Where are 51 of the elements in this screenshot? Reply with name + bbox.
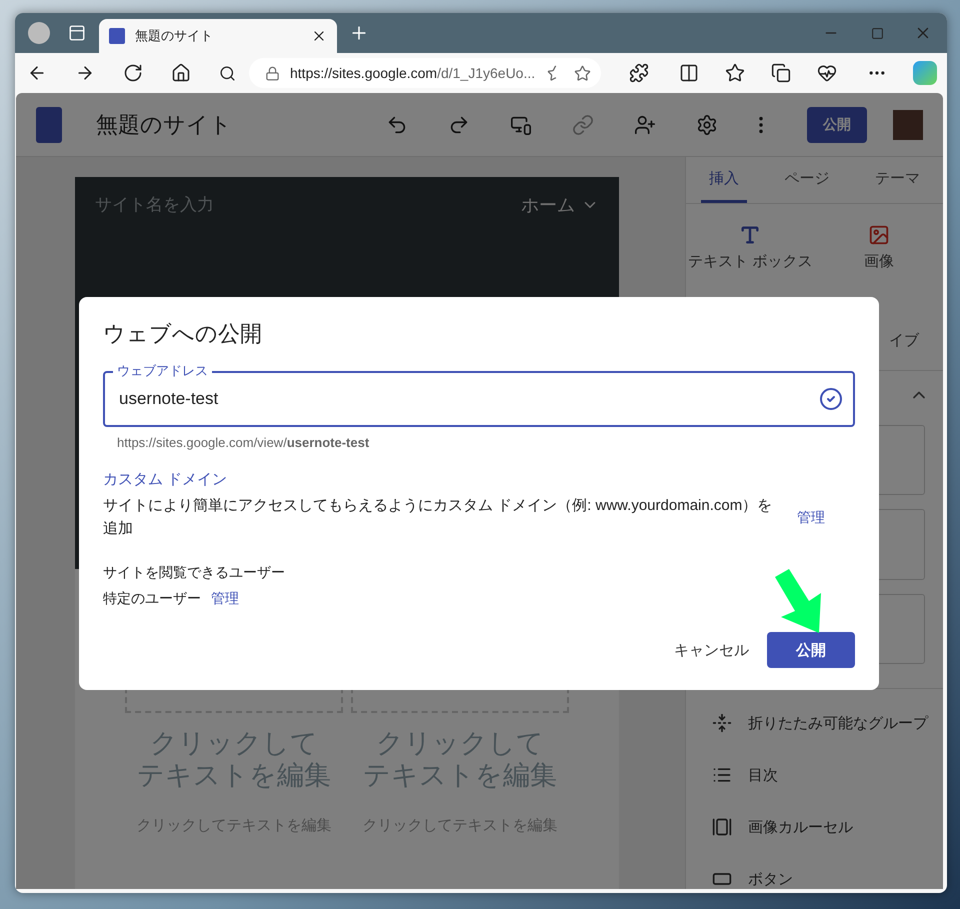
site-name-field[interactable]: サイト名を入力: [95, 193, 214, 217]
home-icon[interactable]: [171, 63, 191, 83]
add-user-icon[interactable]: [634, 114, 656, 136]
sidebar-tab[interactable]: テーマ: [867, 157, 928, 203]
insert-item[interactable]: テキスト ボックス: [686, 224, 814, 271]
component-item[interactable]: 目次: [712, 765, 943, 785]
manage-link[interactable]: 管理: [211, 590, 239, 608]
tab-actions-icon[interactable]: [68, 24, 86, 42]
sites-logo-icon: [36, 106, 62, 142]
cancel-button[interactable]: キャンセル: [672, 632, 751, 668]
pointer-arrow: [775, 569, 821, 633]
image-icon: [868, 224, 890, 246]
component-item[interactable]: 折りたたみ可能なグループ: [712, 713, 943, 733]
browser-tab[interactable]: 無題のサイト: [99, 19, 337, 53]
site-favicon-icon: [109, 28, 125, 44]
favorites-icon[interactable]: [725, 63, 745, 83]
section-heading: カスタム ドメイン: [103, 470, 228, 489]
text-format-icon: [739, 224, 762, 246]
sidebar-tab[interactable]: 挿入: [700, 157, 747, 203]
nav-menu-item[interactable]: ホーム: [521, 193, 599, 217]
component-item[interactable]: 画像カルーセル: [712, 817, 943, 837]
viewer-setting: 特定のユーザー: [103, 590, 201, 608]
tab-title: 無題のサイト: [135, 27, 214, 45]
address-bar[interactable]: https://sites.google.com/d/1_J1y6eUo...: [249, 58, 601, 88]
collections-icon[interactable]: [771, 63, 791, 83]
insert-item[interactable]: 画像: [814, 224, 943, 271]
health-icon[interactable]: [817, 63, 837, 83]
url-preview: https://sites.google.com/view/usernote-test: [117, 435, 370, 450]
lock-icon[interactable]: [265, 66, 280, 80]
search-icon[interactable]: [218, 64, 236, 82]
extensions-icon[interactable]: [629, 63, 649, 83]
field-label: ウェブアドレス: [113, 363, 212, 379]
url-text: https://sites.google.com/d/1_J1y6eUo...: [290, 65, 536, 81]
manage-link[interactable]: 管理: [797, 508, 825, 526]
publish-button[interactable]: 公開: [807, 106, 867, 142]
favorite-star-icon[interactable]: [574, 64, 591, 82]
dialog-title: ウェブへの公開: [103, 320, 263, 348]
reload-icon[interactable]: [123, 63, 143, 83]
component-item[interactable]: ボタン: [712, 869, 943, 889]
maximize-icon[interactable]: [870, 26, 884, 40]
publish-button[interactable]: 公開: [767, 632, 855, 668]
section-heading: サイトを閲覧できるユーザー: [103, 564, 286, 582]
sidebar-tab[interactable]: ページ: [776, 157, 838, 203]
copilot-icon[interactable]: [913, 61, 937, 85]
split-screen-icon[interactable]: [679, 63, 699, 83]
carousel-icon: [712, 817, 732, 837]
description-text: サイトにより簡単にアクセスしてもらえるようにカスタム ドメイン（例: www.yourdomain.com）を追加: [103, 496, 774, 538]
profile-avatar[interactable]: [28, 22, 50, 44]
expand-icon: [712, 713, 732, 733]
settings-icon[interactable]: [696, 114, 718, 136]
site-title[interactable]: 無題のサイト: [96, 110, 367, 140]
